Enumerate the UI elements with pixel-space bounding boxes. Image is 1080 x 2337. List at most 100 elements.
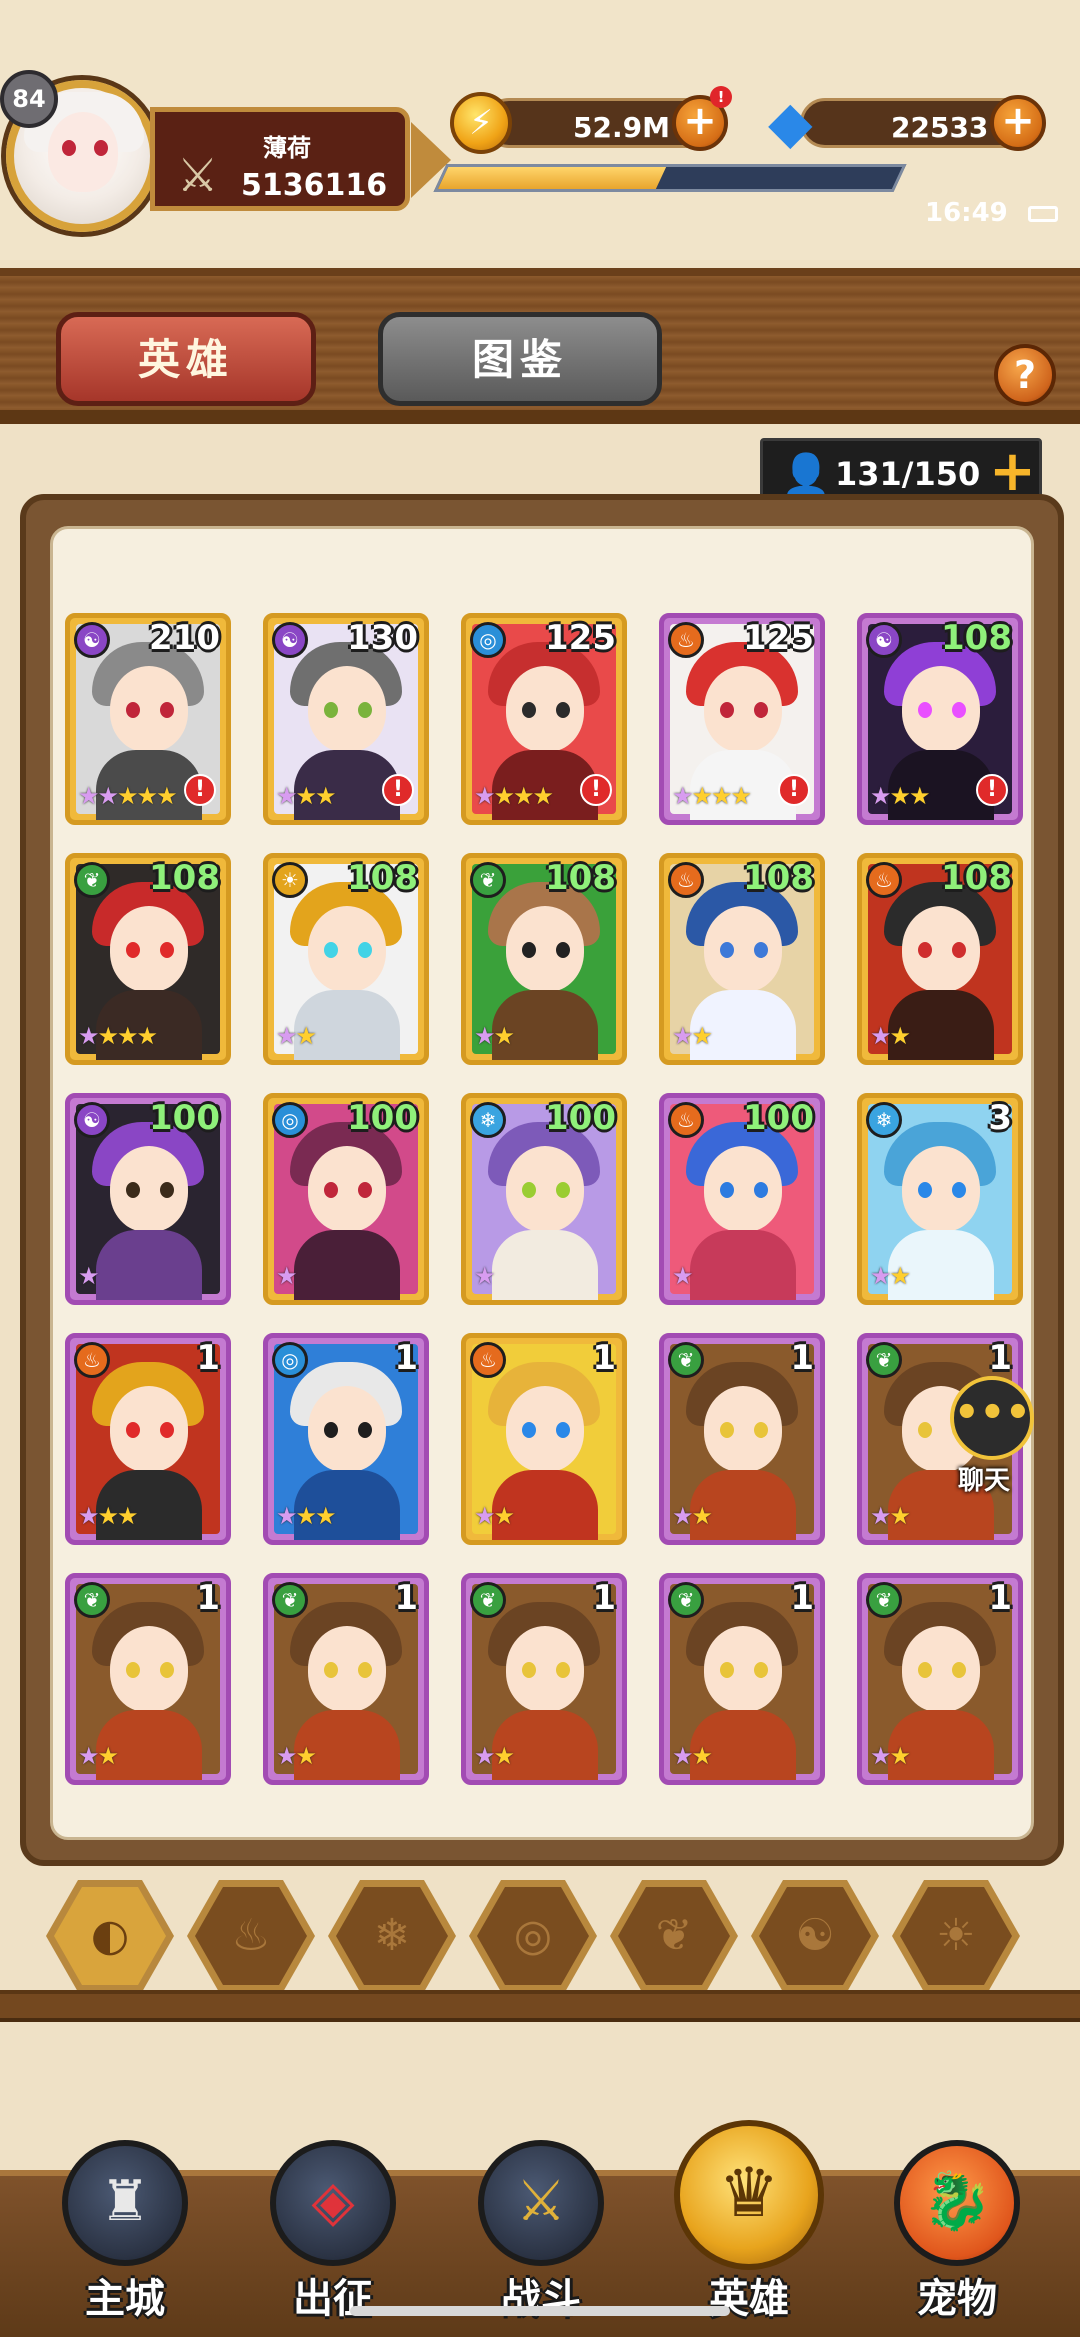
hero-card[interactable]: ♨ 125 ★★★★!	[659, 613, 825, 825]
upgrade-alert-icon: !	[184, 774, 216, 806]
tab-codex[interactable]: 图鉴	[378, 312, 662, 406]
filter-ice[interactable]: ❄	[328, 1880, 456, 1992]
hero-card[interactable]: ❦ 108 ★★	[461, 853, 627, 1065]
hero-eye	[324, 1662, 338, 1678]
hero-eye	[754, 702, 768, 718]
hero-level: 1	[988, 1578, 1012, 1618]
hero-card[interactable]: ❦ 1 ★★	[65, 1573, 231, 1785]
hero-panel: ☯ 210 ★★★★★! ☯ 130 ★★★! ◎ 125 ★★★★! ♨ 125 ★★★★! ☯ 108…	[20, 494, 1064, 1866]
purple-star-icon: ★	[474, 1502, 495, 1530]
hero-card[interactable]: ◎ 100 ★	[263, 1093, 429, 1305]
hero-card[interactable]: ❦ 1 ★★	[659, 1573, 825, 1785]
filter-light[interactable]: ☀	[892, 1880, 1020, 1992]
dark-element-icon: ☯	[272, 622, 308, 658]
hero-face	[308, 1626, 386, 1712]
bottom-nav: ♜ 主城 ◈ 出征 ⚔ 战斗 ♛ 英雄 🐉 宠物	[0, 2080, 1080, 2337]
filter-all[interactable]: ◐	[46, 1880, 174, 1992]
hero-eye	[126, 702, 140, 718]
gold-star-icon: ★	[295, 1022, 317, 1050]
nav-pets[interactable]: 🐉 宠物	[872, 2080, 1042, 2330]
hero-stars: ★★	[474, 1502, 515, 1530]
hero-level: 130	[347, 618, 418, 658]
purple-star-icon: ★	[276, 1262, 297, 1290]
hero-card[interactable]: ◎ 125 ★★★★!	[461, 613, 627, 825]
hero-card[interactable]: ♨ 108 ★★	[659, 853, 825, 1065]
gold-star-icon: ★	[889, 782, 911, 810]
hero-face	[704, 906, 782, 992]
hero-card[interactable]: ♨ 1 ★★	[461, 1333, 627, 1545]
hero-card[interactable]: ◎ 1 ★★★	[263, 1333, 429, 1545]
help-button[interactable]: ?	[994, 344, 1056, 406]
gold-star-icon: ★	[117, 1022, 138, 1050]
hero-grid[interactable]: ☯ 210 ★★★★★! ☯ 130 ★★★! ◎ 125 ★★★★! ♨ 125 ★★★★! ☯ 108…	[50, 526, 1034, 1840]
hero-card[interactable]: ❄ 3 ★★	[857, 1093, 1023, 1305]
hero-eye	[720, 702, 734, 718]
player-name-plate[interactable]: ⚔ 薄荷 5136116	[150, 107, 451, 211]
filter-nature[interactable]: ❦	[610, 1880, 738, 1992]
purple-star-icon: ★	[474, 1262, 495, 1290]
upgrade-alert-icon: !	[382, 774, 414, 806]
chat-label: 聊天	[958, 1466, 1011, 1496]
purple-star-icon: ★	[276, 1502, 297, 1530]
nav-battle[interactable]: ⚔ 战斗	[456, 2080, 626, 2330]
nav-main-city[interactable]: ♜ 主城	[40, 2080, 210, 2330]
hero-eye	[918, 942, 932, 958]
hero-eye	[720, 1182, 734, 1198]
filter-dark[interactable]: ☯	[751, 1880, 879, 1992]
hero-card[interactable]: ♨ 1 ★★★	[65, 1333, 231, 1545]
fire-icon: ♨	[195, 1887, 307, 1985]
hero-eye	[358, 1422, 372, 1438]
hero-stars: ★★	[672, 1022, 713, 1050]
gold-star-icon: ★	[295, 1742, 317, 1770]
dark-element-icon: ☯	[74, 1102, 110, 1138]
filter-fire[interactable]: ♨	[187, 1880, 315, 1992]
hero-eye	[522, 942, 536, 958]
hero-card[interactable]: ❦ 1 ★★	[263, 1573, 429, 1785]
chat-button[interactable]: ••• 聊天	[944, 1376, 1040, 1496]
hero-card[interactable]: ☀ 108 ★★	[263, 853, 429, 1065]
nav-expedition[interactable]: ◈ 出征	[248, 2080, 418, 2330]
purple-star-icon: ★	[78, 782, 99, 810]
hero-card[interactable]: ❦ 1 ★★	[461, 1573, 627, 1785]
nature-element-icon: ❦	[470, 1582, 506, 1618]
hero-level: 100	[743, 1098, 814, 1138]
hero-face	[506, 1146, 584, 1232]
hero-stars: ★★★★	[78, 1022, 158, 1050]
hero-stars: ★	[78, 1262, 99, 1290]
hero-card[interactable]: ❦ 1 ★★	[857, 1573, 1023, 1785]
nav-label: 宠物	[917, 2276, 997, 2322]
water-icon: ◎	[477, 1887, 589, 1985]
gold-star-icon: ★	[136, 1022, 158, 1050]
nature-element-icon: ❦	[74, 862, 110, 898]
nav-heroes[interactable]: ♛ 英雄	[664, 2080, 834, 2330]
hero-eye	[522, 1422, 536, 1438]
hero-stars: ★★	[672, 1742, 713, 1770]
hero-card[interactable]: ♨ 108 ★★	[857, 853, 1023, 1065]
hero-level: 1	[394, 1338, 418, 1378]
hero-eye	[952, 702, 966, 718]
water-element-icon: ◎	[272, 1102, 308, 1138]
home-indicator[interactable]	[350, 2306, 730, 2316]
purple-star-icon: ★	[672, 782, 693, 810]
tab-heroes[interactable]: 英雄	[56, 312, 316, 406]
hero-card[interactable]: ☯ 130 ★★★!	[263, 613, 429, 825]
hero-face	[110, 906, 188, 992]
add-gems-button[interactable]: +	[990, 95, 1046, 151]
hero-eye	[556, 1662, 570, 1678]
hero-level: 1	[394, 1578, 418, 1618]
hero-level: 108	[347, 858, 418, 898]
hero-card[interactable]: ♨ 100 ★	[659, 1093, 825, 1305]
hero-card[interactable]: ❦ 108 ★★★★	[65, 853, 231, 1065]
hero-card[interactable]: ❄ 100 ★	[461, 1093, 627, 1305]
hero-card[interactable]: ❦ 1 ★★	[659, 1333, 825, 1545]
hero-face	[902, 1146, 980, 1232]
purple-star-icon: ★	[672, 1262, 693, 1290]
hero-level: 1	[790, 1338, 814, 1378]
hero-face	[110, 1146, 188, 1232]
hero-card[interactable]: ☯ 210 ★★★★★!	[65, 613, 231, 825]
nature-element-icon: ❦	[668, 1342, 704, 1378]
filter-water[interactable]: ◎	[469, 1880, 597, 1992]
hero-card[interactable]: ☯ 108 ★★★!	[857, 613, 1023, 825]
hero-card[interactable]: ☯ 100 ★	[65, 1093, 231, 1305]
gold-star-icon: ★	[493, 1502, 515, 1530]
